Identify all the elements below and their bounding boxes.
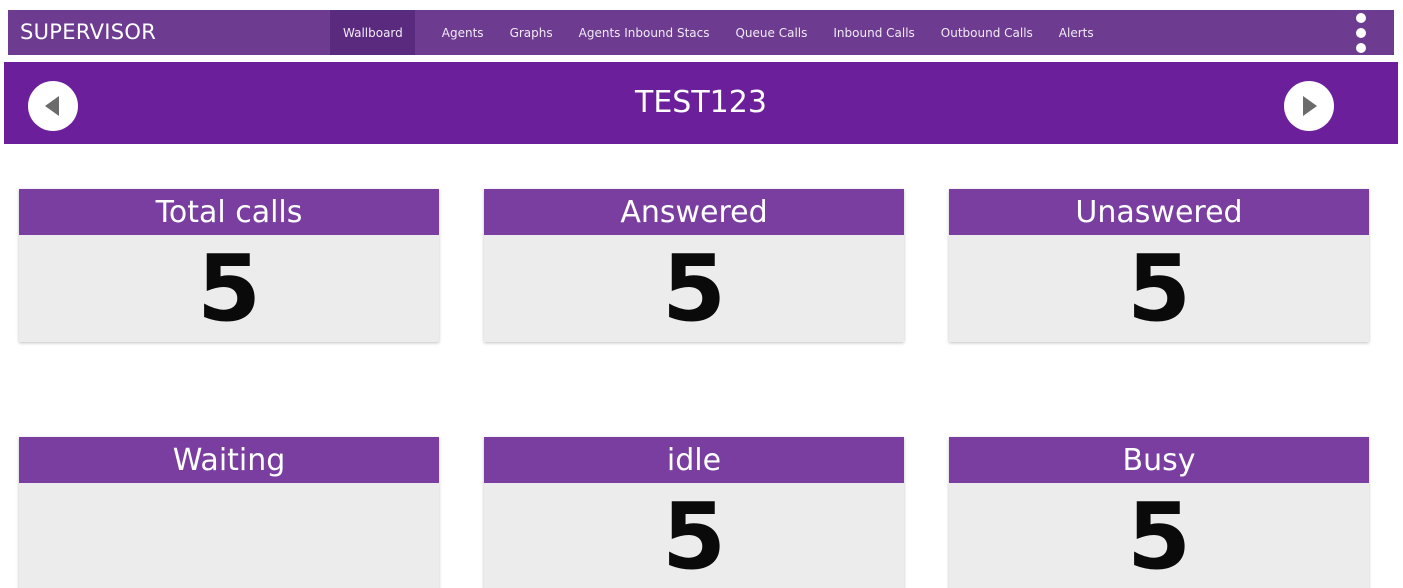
stat-value: 5	[1126, 235, 1191, 342]
nav-alerts[interactable]: Alerts	[1046, 10, 1107, 55]
stat-value: 5	[661, 483, 726, 588]
nav-queue-calls[interactable]: Queue Calls	[722, 10, 820, 55]
nav-agents-inbound-stats[interactable]: Agents Inbound Stacs	[566, 10, 723, 55]
stat-card-answered: Answered 5	[484, 189, 904, 342]
app-brand: SUPERVISOR	[20, 20, 157, 44]
stat-value: 5	[196, 235, 261, 342]
next-button[interactable]	[1284, 81, 1334, 131]
stat-label: Answered	[484, 189, 904, 235]
stat-card-waiting: Waiting	[19, 437, 439, 588]
nav-outbound-calls[interactable]: Outbound Calls	[928, 10, 1046, 55]
top-navigation-bar: SUPERVISOR Wallboard Agents Graphs Agent…	[8, 10, 1394, 55]
wallboard-title: TEST123	[635, 85, 767, 120]
stat-value	[19, 483, 439, 588]
stat-label: Waiting	[19, 437, 439, 483]
chevron-left-icon	[45, 96, 59, 116]
nav-inbound-calls[interactable]: Inbound Calls	[820, 10, 927, 55]
nav-wallboard[interactable]: Wallboard	[330, 10, 415, 55]
stat-label: idle	[484, 437, 904, 483]
previous-button[interactable]	[28, 81, 78, 131]
kebab-dot	[1356, 28, 1366, 38]
kebab-dot	[1356, 43, 1366, 53]
chevron-right-icon	[1303, 96, 1317, 116]
stat-card-total-calls: Total calls 5	[19, 189, 439, 342]
stat-value: 5	[661, 235, 726, 342]
wallboard-page: SUPERVISOR Wallboard Agents Graphs Agent…	[0, 0, 1403, 588]
stat-value: 5	[1126, 483, 1191, 588]
stat-label: Unaswered	[949, 189, 1369, 235]
kebab-dot	[1356, 13, 1366, 23]
kebab-menu-icon[interactable]	[1354, 13, 1368, 53]
stat-card-unanswered: Unaswered 5	[949, 189, 1369, 342]
wallboard-title-bar: TEST123	[4, 62, 1398, 144]
stat-label: Total calls	[19, 189, 439, 235]
nav-agents[interactable]: Agents	[429, 10, 497, 55]
nav-graphs[interactable]: Graphs	[497, 10, 566, 55]
main-nav: Wallboard Agents Graphs Agents Inbound S…	[330, 10, 1107, 55]
stat-card-idle: idle 5	[484, 437, 904, 588]
stat-card-busy: Busy 5	[949, 437, 1369, 588]
stat-label: Busy	[949, 437, 1369, 483]
